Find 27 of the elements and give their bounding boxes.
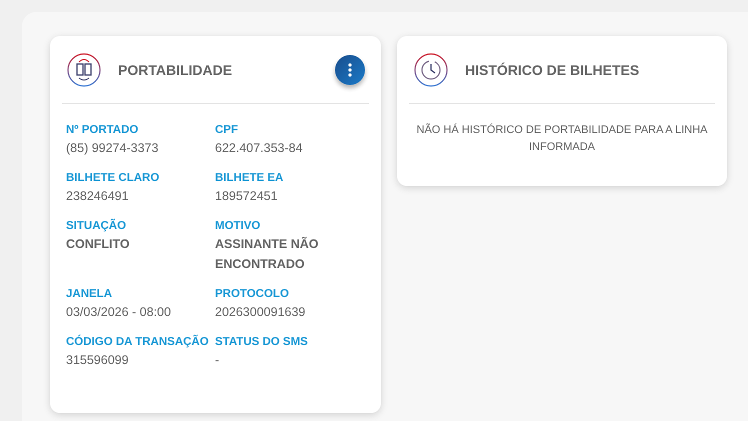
- field-label: STATUS DO SMS: [215, 335, 308, 350]
- field-label: CPF: [215, 123, 238, 138]
- field-value: ASSINANTE NÃO ENCONTRADO: [215, 236, 320, 273]
- field-label: MOTIVO: [215, 219, 260, 234]
- card-title: PORTABILIDADE: [118, 62, 234, 78]
- phones-swap-icon: [67, 52, 101, 86]
- field-value: 2026300091639: [215, 304, 306, 321]
- field-value: 315596099: [66, 352, 129, 369]
- field-value: (85) 99274-3373: [66, 140, 158, 157]
- field-value: -: [215, 352, 220, 369]
- field-label: PROTOCOLO: [215, 287, 289, 302]
- more-icon: [348, 62, 352, 76]
- field-label: BILHETE EA: [215, 171, 284, 186]
- field-label: Nº PORTADO: [66, 123, 138, 138]
- field-value: 622.407.353-84: [215, 140, 303, 157]
- field-value: 189572451: [215, 188, 278, 205]
- empty-message: NÃO HÁ HISTÓRICO DE PORTABILIDADE PARA A LINHA INFORMADA: [416, 122, 708, 155]
- field-value: 03/03/2026 - 08:00: [66, 304, 171, 321]
- field-value: CONFLITO: [66, 236, 130, 253]
- field-label: JANELA: [66, 287, 112, 302]
- field-label: CÓDIGO DA TRANSAÇÃO: [66, 334, 209, 350]
- field-value: 238246491: [66, 188, 129, 205]
- card-title: HISTÓRICO DE BILHETES: [465, 62, 640, 78]
- more-options-button[interactable]: [335, 54, 365, 84]
- clock-icon: [414, 52, 448, 86]
- field-label: SITUAÇÃO: [66, 218, 126, 234]
- field-label: BILHETE CLARO: [66, 171, 160, 186]
